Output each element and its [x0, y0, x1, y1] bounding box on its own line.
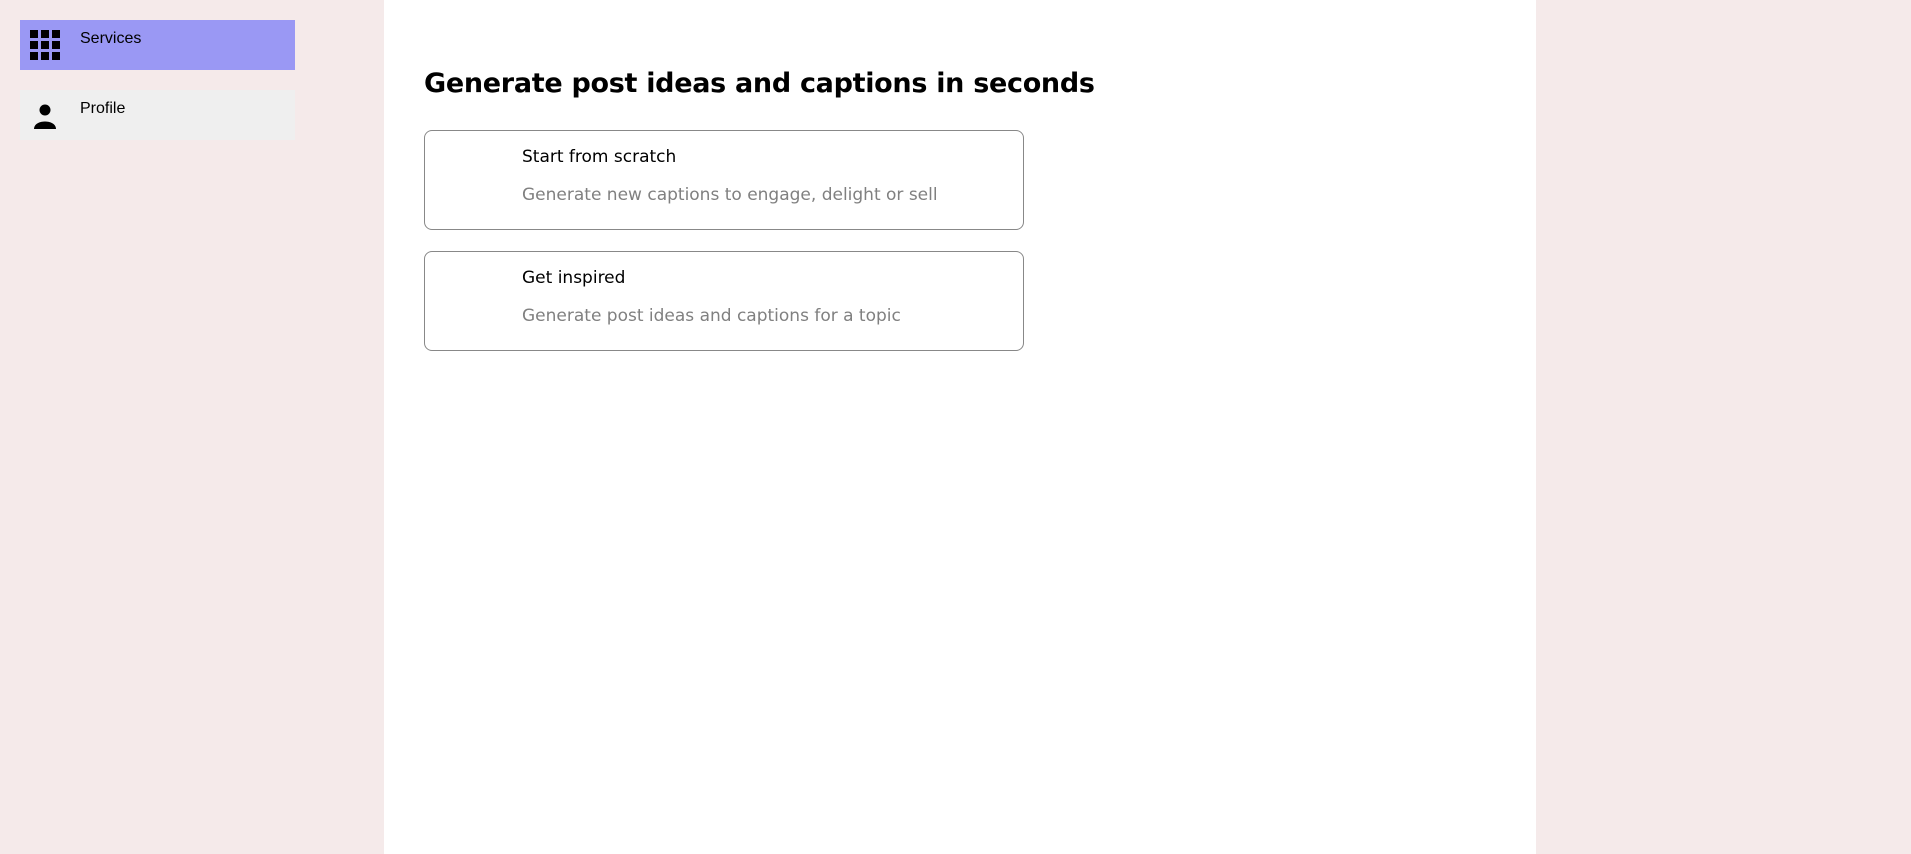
sidebar-item-profile[interactable]: Profile — [20, 90, 295, 140]
start-from-scratch-card[interactable]: Start from scratch Generate new captions… — [424, 130, 1024, 230]
sidebar-item-label: Profile — [80, 100, 126, 117]
card-title: Get inspired — [522, 268, 626, 288]
page-title: Generate post ideas and captions in seco… — [424, 68, 1095, 99]
card-description: Generate new captions to engage, delight… — [522, 185, 938, 205]
grid-icon — [30, 30, 60, 60]
card-description: Generate post ideas and captions for a t… — [522, 306, 901, 326]
card-title: Start from scratch — [522, 147, 677, 167]
sidebar-item-services[interactable]: Services — [20, 20, 295, 70]
main-content: Generate post ideas and captions in seco… — [384, 0, 1536, 854]
user-icon — [34, 104, 56, 129]
get-inspired-card[interactable]: Get inspired Generate post ideas and cap… — [424, 251, 1024, 351]
sidebar-item-label: Services — [80, 30, 142, 47]
